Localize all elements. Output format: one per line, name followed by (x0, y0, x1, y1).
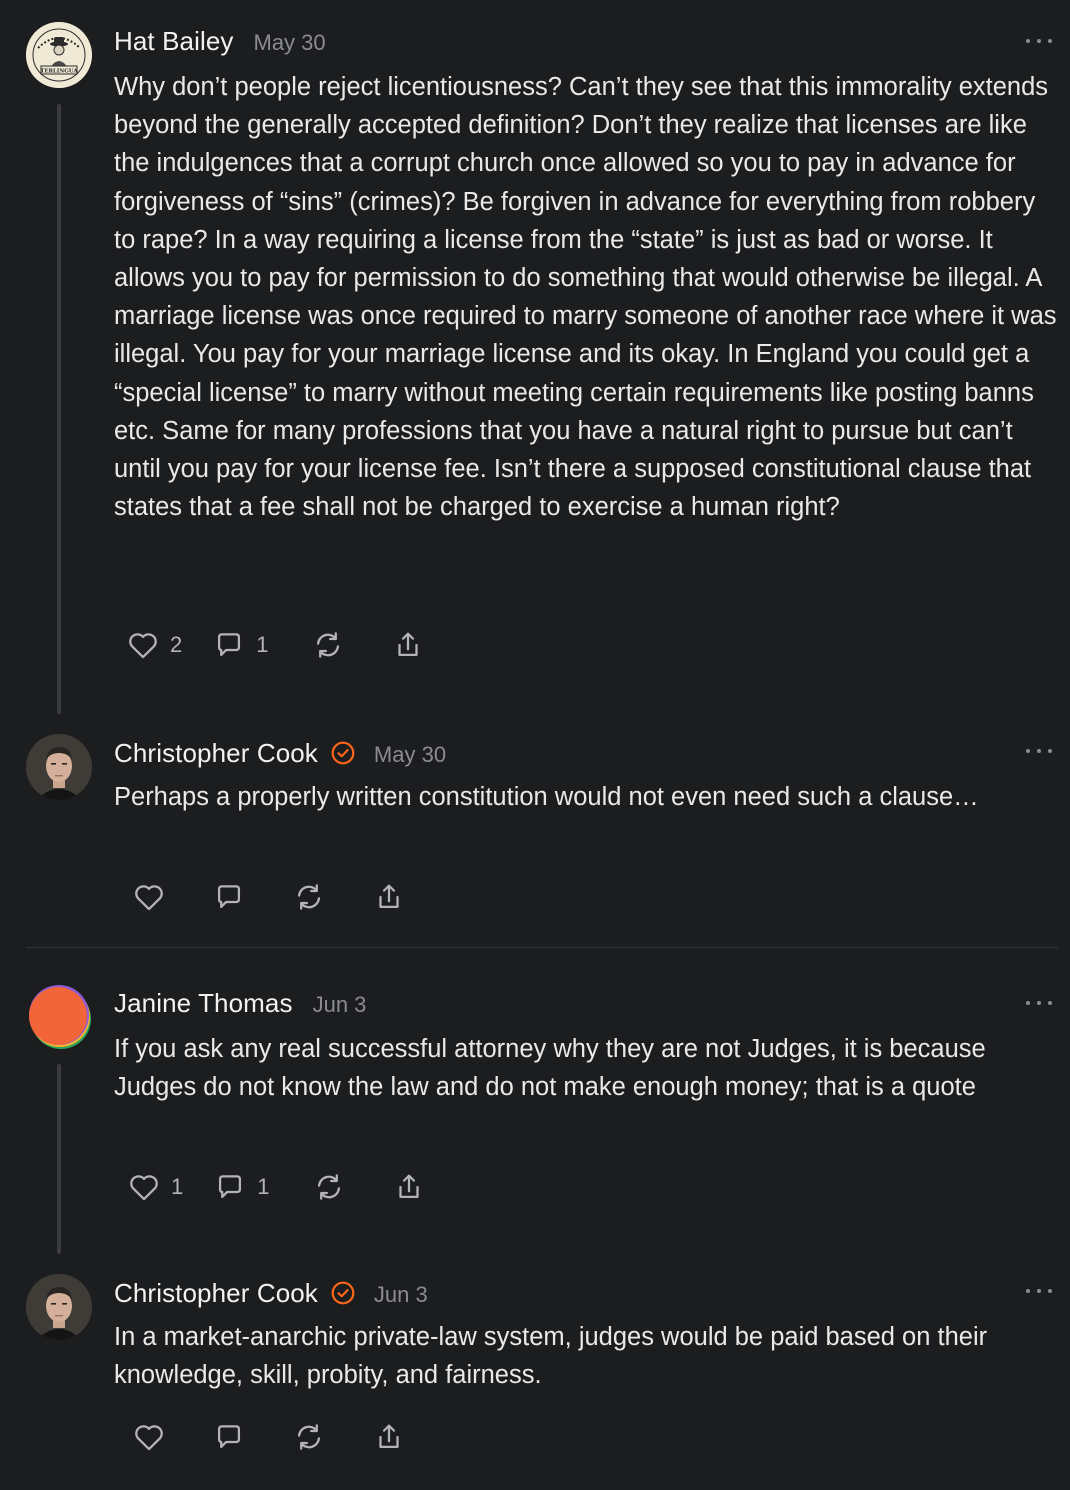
restack-button[interactable] (311, 628, 345, 662)
comment-text: In a market-anarchic private-law system,… (114, 1323, 988, 1390)
restack-button[interactable] (312, 1170, 346, 1204)
dot (1048, 749, 1052, 753)
like-button[interactable]: 1 (127, 1170, 183, 1204)
avatar[interactable] (26, 984, 92, 1050)
share-button[interactable] (391, 628, 425, 662)
comment-text: If you ask any real successful attorney … (114, 1035, 986, 1102)
heart-icon (130, 1175, 158, 1201)
comment-header: Christopher Cook May 30 (114, 736, 446, 769)
dot (1048, 39, 1052, 43)
restack-button[interactable] (292, 1420, 326, 1454)
verified-check-icon (331, 1281, 355, 1305)
restack-icon (297, 884, 321, 910)
comment-header: Hat Bailey May 30 (114, 26, 326, 57)
share-button[interactable] (392, 1170, 426, 1204)
more-options-button[interactable] (1026, 1286, 1052, 1296)
author-name[interactable]: Christopher Cook (114, 738, 318, 769)
like-button[interactable] (132, 880, 166, 914)
comment-hat-bailey: TERLINGUA Hat Bailey May 30 Why don’t pe… (0, 0, 1070, 720)
reply-count: 1 (256, 632, 269, 657)
more-options-button[interactable] (1026, 746, 1052, 756)
comment-date[interactable]: May 30 (374, 742, 446, 768)
restack-icon (297, 1424, 321, 1450)
comment-christopher-cook-1: Christopher Cook May 30 Perhaps a proper… (0, 720, 1070, 948)
reply-button[interactable]: 1 (212, 628, 269, 662)
share-button[interactable] (372, 880, 406, 914)
comment-actions: 1 1 (127, 1170, 426, 1204)
like-button[interactable] (132, 1420, 166, 1454)
terlingua-logo: TERLINGUA (26, 22, 92, 88)
dot (1026, 1001, 1030, 1005)
comment-date[interactable]: Jun 3 (313, 992, 367, 1018)
comment-bubble-icon (218, 633, 241, 657)
avatar[interactable] (26, 734, 92, 800)
verified-check-icon (331, 741, 355, 765)
comment-bubble-icon (217, 885, 241, 909)
dot (1026, 749, 1030, 753)
share-button[interactable] (372, 1420, 406, 1454)
dot (1048, 1001, 1052, 1005)
comment-bubble-icon (217, 1425, 241, 1449)
thread-line (57, 1064, 61, 1254)
comment-date[interactable]: May 30 (254, 30, 326, 56)
author-name[interactable]: Hat Bailey (114, 26, 234, 57)
comment-text: Why don’t people reject licentiousness? … (114, 73, 1057, 522)
profile-photo (26, 1274, 92, 1340)
svg-text:TERLINGUA: TERLINGUA (40, 69, 78, 75)
dot (1048, 1289, 1052, 1293)
like-count: 1 (171, 1174, 184, 1199)
share-icon (398, 1174, 419, 1199)
profile-picture (29, 985, 91, 1049)
heart-icon (135, 1425, 163, 1451)
like-button[interactable]: 2 (126, 628, 182, 662)
heart-icon (135, 885, 163, 911)
reply-button[interactable] (212, 880, 246, 914)
more-options-button[interactable] (1026, 36, 1052, 46)
dot (1037, 749, 1041, 753)
author-name[interactable]: Janine Thomas (114, 988, 293, 1019)
restack-icon (316, 632, 339, 658)
heart-icon (129, 633, 157, 659)
comment-christopher-cook-2: Christopher Cook Jun 3 In a market-anarc… (0, 1260, 1070, 1490)
comment-header: Janine Thomas Jun 3 (114, 988, 366, 1019)
share-icon (397, 632, 418, 657)
share-icon (379, 1424, 399, 1449)
like-count: 2 (170, 632, 183, 657)
dot (1037, 1001, 1041, 1005)
restack-button[interactable] (292, 880, 326, 914)
comment-janine-thomas: Janine Thomas Jun 3 If you ask any real … (0, 948, 1070, 1258)
more-options-button[interactable] (1026, 998, 1052, 1008)
dot (1026, 1289, 1030, 1293)
comment-date[interactable]: Jun 3 (374, 1282, 428, 1308)
dot (1037, 1289, 1041, 1293)
comment-header: Christopher Cook Jun 3 (114, 1276, 428, 1309)
avatar[interactable] (26, 1274, 92, 1340)
thread-line (57, 104, 61, 714)
author-name[interactable]: Christopher Cook (114, 1278, 318, 1309)
reply-button[interactable] (212, 1420, 246, 1454)
reply-button[interactable]: 1 (213, 1170, 270, 1204)
reply-count: 1 (257, 1174, 270, 1199)
comment-actions (132, 1420, 406, 1454)
avatar[interactable]: TERLINGUA (26, 22, 92, 88)
comment-actions (132, 880, 406, 914)
restack-icon (317, 1174, 340, 1200)
comment-text: Perhaps a properly written constitution … (114, 783, 979, 811)
dot (1026, 39, 1030, 43)
share-icon (379, 884, 399, 909)
comment-actions: 2 1 (126, 628, 425, 662)
dot (1037, 39, 1041, 43)
comment-bubble-icon (219, 1175, 242, 1199)
profile-photo (26, 734, 92, 800)
